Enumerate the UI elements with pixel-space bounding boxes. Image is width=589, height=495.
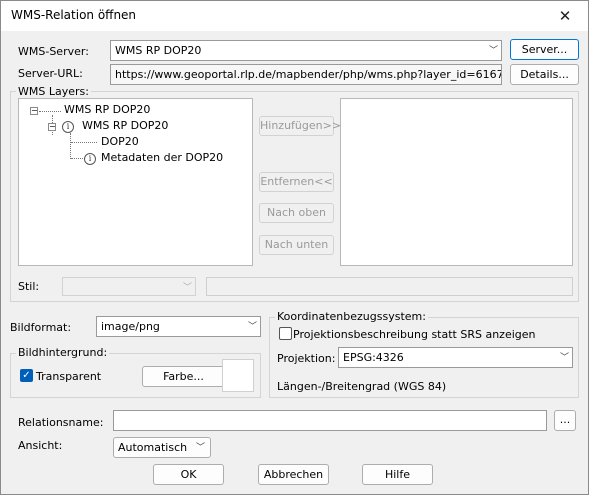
collapse-icon[interactable]: − [48,123,56,131]
tree-connector [71,158,83,159]
tree-node-layer[interactable]: WMS RP DOP20 [82,119,168,132]
image-format-select[interactable]: image/png ﹀ [96,316,261,337]
move-down-button[interactable]: Nach unten [259,235,334,255]
projection-select[interactable]: EPSG:4326 ﹀ [338,347,573,368]
move-up-button[interactable]: Nach oben [259,203,334,223]
chevron-down-icon: ﹀ [488,46,498,56]
wms-server-label: WMS-Server: [18,45,89,58]
view-label: Ansicht: [18,439,63,452]
tree-node-root[interactable]: WMS RP DOP20 [64,103,150,116]
relation-name-label: Relationsname: [18,416,104,429]
tree-node-metadata[interactable]: Metadaten der DOP20 [101,151,223,164]
title-bar: WMS-Relation öffnen ✕ [1,1,588,31]
crs-label: Koordinatenbezugssystem: [275,310,428,323]
server-button[interactable]: Server... [510,39,579,60]
close-icon[interactable]: ✕ [542,1,588,31]
ok-button[interactable]: OK [153,464,224,485]
add-layer-button[interactable]: Hinzufügen>> [259,116,341,136]
server-url-field[interactable]: https://www.geoportal.rlp.de/mapbender/p… [110,64,502,85]
style-select[interactable]: ﹀ [62,277,196,296]
tree-node-dop20[interactable]: DOP20 [101,135,139,148]
chevron-down-icon: ﹀ [247,322,257,332]
view-select[interactable]: Automatisch ﹀ [113,437,211,458]
image-format-label: Bildformat: [10,321,72,334]
info-icon: i [62,121,74,133]
color-button[interactable]: Farbe... [142,366,225,387]
chevron-down-icon: ﹀ [559,353,569,363]
transparent-label: Transparent [36,370,102,383]
image-format-value: image/png [101,320,160,333]
tree-connector [39,111,61,112]
collapse-icon[interactable]: − [30,107,38,115]
remove-layer-button[interactable]: Entfernen<< [259,172,334,192]
server-url-label: Server-URL: [18,67,83,80]
view-value: Automatisch [118,441,188,454]
dialog-window: WMS-Relation öffnen ✕ WMS-Server: WMS RP… [0,0,589,495]
server-url-value: https://www.geoportal.rlp.de/mapbender/p… [115,68,501,81]
chevron-down-icon: ﹀ [195,443,205,453]
transparent-checkbox[interactable]: ✓ [20,369,33,382]
projection-label: Projektion: [277,352,336,365]
projection-value: EPSG:4326 [343,351,404,364]
cancel-button[interactable]: Abbrechen [258,464,329,485]
color-swatch [222,359,254,392]
relation-name-input[interactable] [113,410,547,431]
info-icon: i [84,153,96,165]
window-title: WMS-Relation öffnen [11,8,137,22]
wms-server-value: WMS RP DOP20 [115,44,202,57]
projection-desc-label: Projektionsbeschreibung statt SRS anzeig… [293,328,536,341]
tree-connector [71,142,97,143]
browse-button[interactable]: ... [554,410,576,431]
help-button[interactable]: Hilfe [362,464,433,485]
details-button[interactable]: Details... [510,64,579,85]
projection-name: Längen-/Breitengrad (WGS 84) [277,380,447,393]
style-label: Stil: [18,280,40,293]
background-label: Bildhintergrund: [16,346,110,359]
layer-tree[interactable]: − WMS RP DOP20 − i WMS RP DOP20 DOP20 i … [18,98,253,266]
projection-desc-checkbox[interactable] [279,327,292,340]
wms-layers-label: WMS Layers: [16,85,91,98]
selected-layers-list[interactable] [340,98,573,266]
tree-connector [70,133,71,159]
wms-server-select[interactable]: WMS RP DOP20 ﹀ [110,40,502,61]
style-description [206,277,573,296]
chevron-down-icon: ﹀ [182,283,192,293]
